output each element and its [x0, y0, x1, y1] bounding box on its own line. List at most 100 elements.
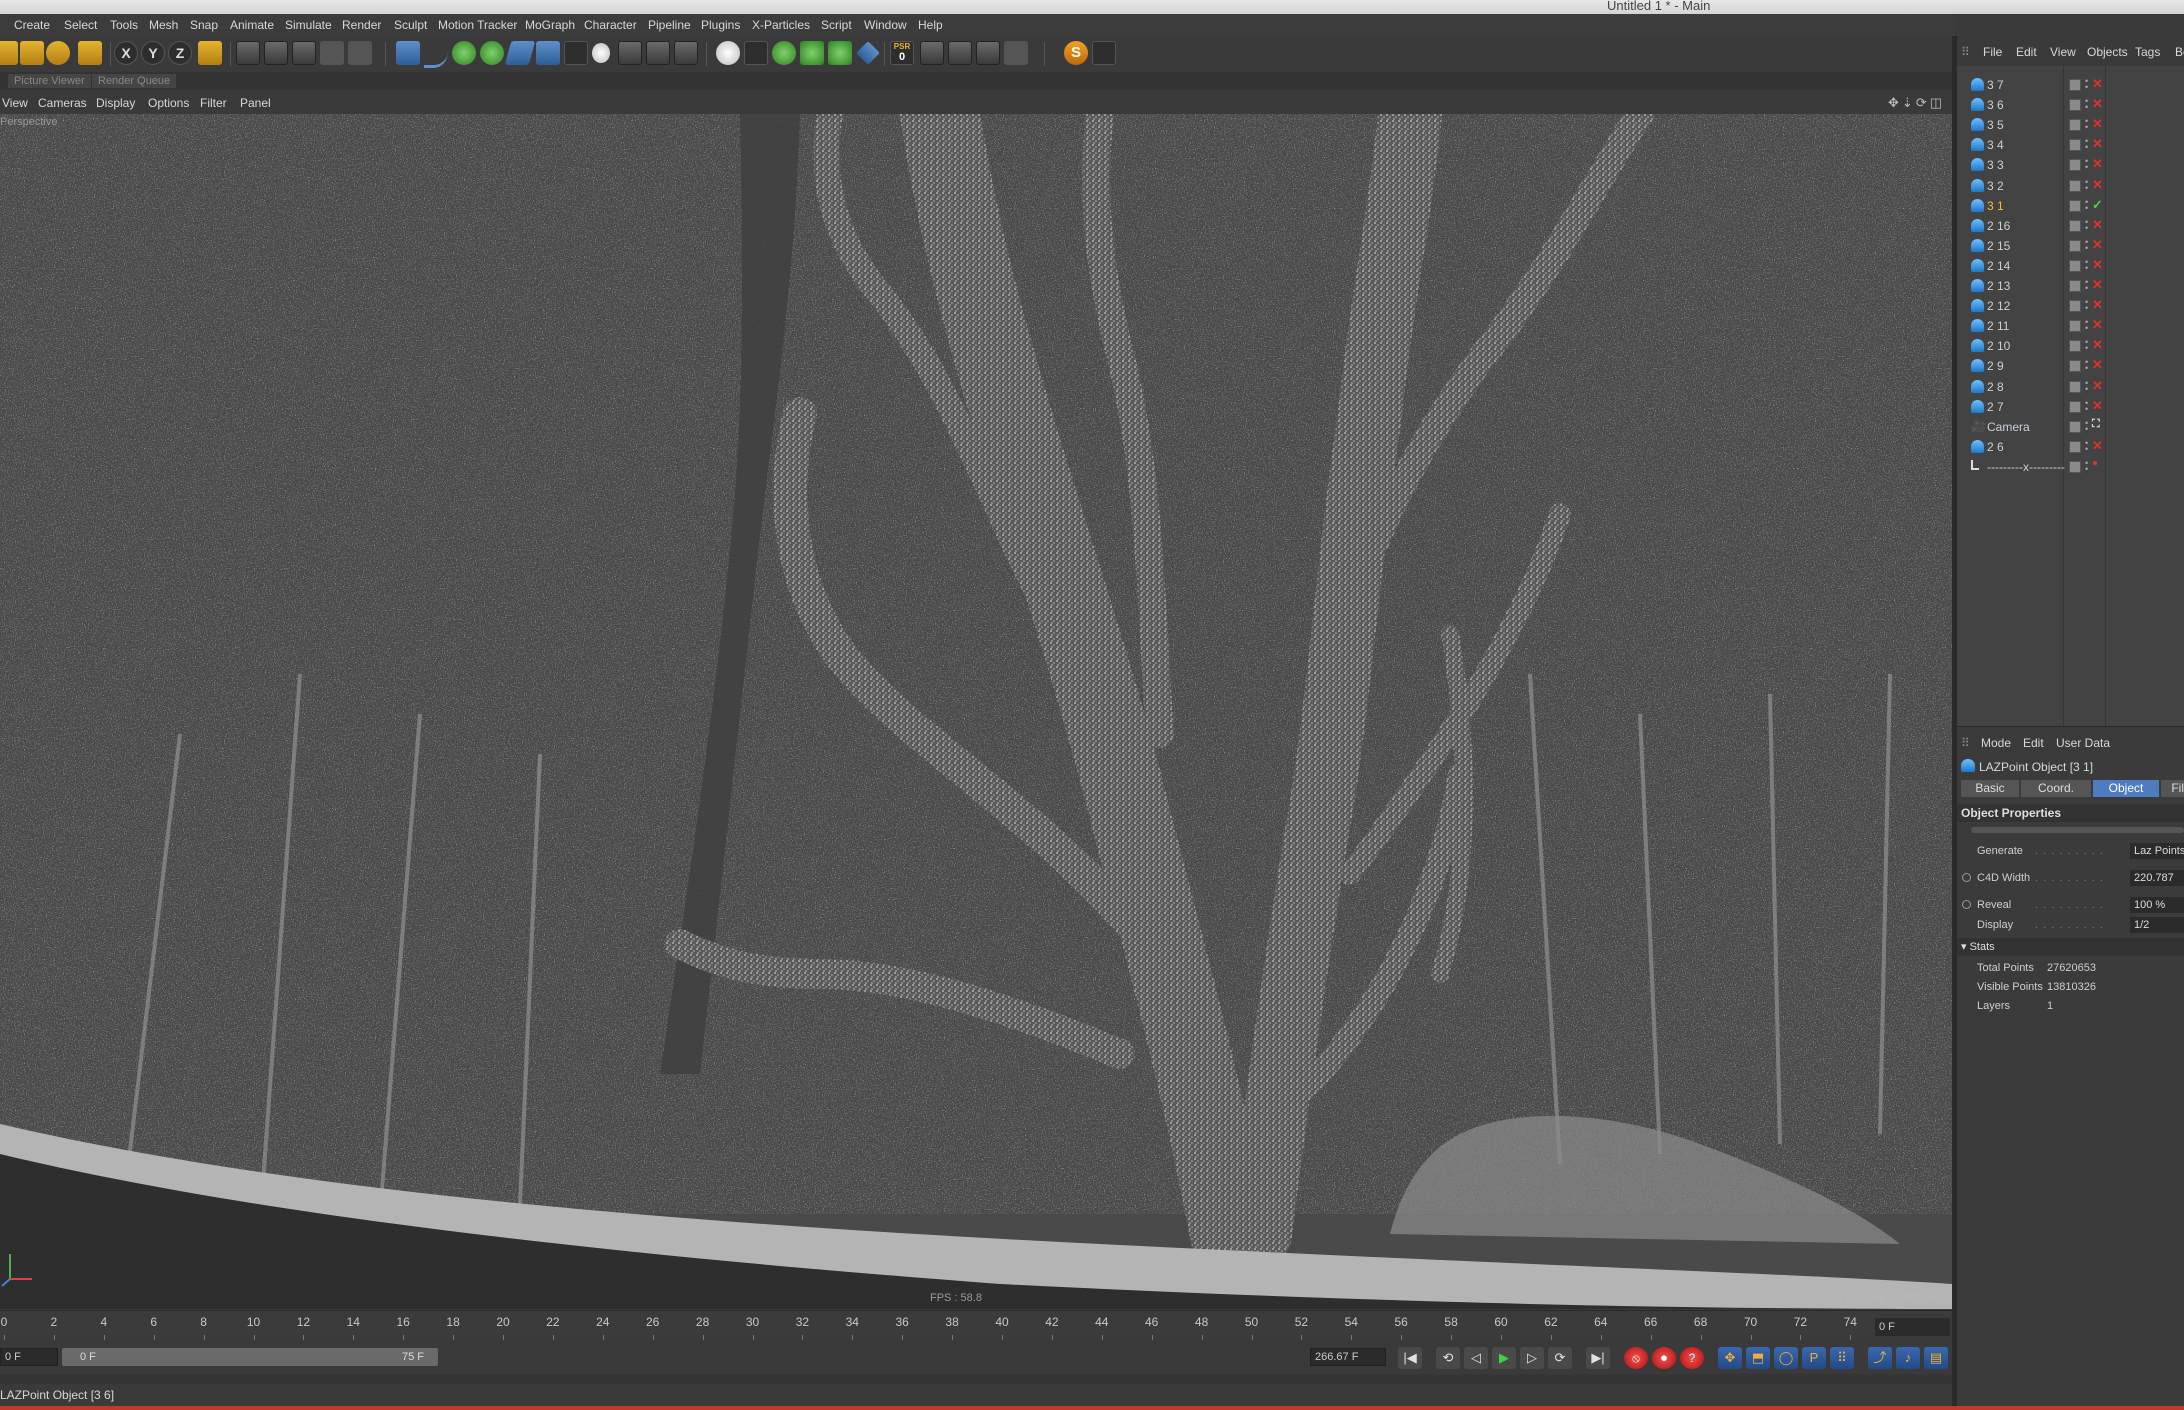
visibility-dots-icon[interactable]: • •: [2085, 77, 2088, 92]
viewport-menu-filter[interactable]: Filter: [200, 96, 227, 110]
subdivision-surface-icon[interactable]: [452, 41, 476, 65]
visibility-dots-icon[interactable]: • •: [2085, 177, 2088, 192]
layer-tag-icon[interactable]: [2069, 79, 2081, 91]
panel-resize-handle[interactable]: [0, 1374, 1955, 1384]
layer-tag-icon[interactable]: [2069, 400, 2081, 413]
disabled-x-icon[interactable]: ✕: [2092, 217, 2103, 233]
layer-tag-icon[interactable]: [2069, 360, 2081, 373]
record-position-icon[interactable]: ✥: [1718, 1347, 1742, 1369]
next-frame-button[interactable]: ▷: [1520, 1347, 1544, 1369]
object-name[interactable]: 3 7: [1987, 78, 2004, 92]
disabled-x-icon[interactable]: ✕: [2092, 156, 2103, 172]
object-name[interactable]: 3 6: [1987, 98, 2004, 112]
visibility-dots-icon[interactable]: • •: [2085, 278, 2088, 293]
enabled-check-icon[interactable]: ✓: [2092, 197, 2103, 213]
viewport-menu-panel[interactable]: Panel: [240, 96, 271, 110]
om-menu-objects[interactable]: Objects: [2087, 45, 2128, 59]
xparticles-layer-icon[interactable]: [744, 41, 768, 65]
keyframe-selection-icon[interactable]: ?: [1680, 1347, 1704, 1369]
record-pla-icon[interactable]: ⠿: [1830, 1347, 1854, 1369]
visibility-dots-icon[interactable]: • •: [2085, 97, 2088, 112]
om-menu-view[interactable]: View: [2050, 45, 2076, 59]
layer-tag-icon[interactable]: [2069, 440, 2081, 453]
menu-sculpt[interactable]: Sculpt: [394, 18, 427, 32]
object-name[interactable]: 2 10: [1987, 339, 2010, 353]
visibility-dots-icon[interactable]: • •: [2085, 438, 2088, 453]
object-name[interactable]: 3 1: [1987, 199, 2004, 213]
xparticles-question-icon[interactable]: [856, 41, 880, 65]
snap-icon[interactable]: [920, 41, 944, 65]
viewport-menu-cameras[interactable]: Cameras: [38, 96, 87, 110]
disabled-x-icon[interactable]: ✕: [2092, 96, 2103, 112]
disabled-x-icon[interactable]: ✕: [2092, 317, 2103, 333]
menu-pipeline[interactable]: Pipeline: [648, 18, 691, 32]
viewport-menu-display[interactable]: Display: [96, 96, 135, 110]
tab-file[interactable]: File: [2161, 780, 2184, 797]
visibility-dots-icon[interactable]: • •: [2085, 358, 2088, 373]
menu-mograph[interactable]: MoGraph: [525, 18, 575, 32]
am-menu-user-data[interactable]: User Data: [2056, 736, 2110, 750]
om-menu-file[interactable]: File: [1983, 45, 2002, 59]
layer-tag-icon[interactable]: [2069, 219, 2081, 232]
visibility-dots-icon[interactable]: • •: [2085, 117, 2088, 132]
menu-tools[interactable]: Tools: [110, 18, 138, 32]
render-region-icon[interactable]: [320, 41, 344, 65]
xparticles-settings-icon[interactable]: [716, 41, 740, 65]
timeline-ruler[interactable]: 0 2 4 6 8 10 12 14 16 18 20 22 24 26 28 30 32 34 36 38 40 42 4…: [0, 1310, 1952, 1341]
record-parameter-icon[interactable]: P: [1802, 1347, 1826, 1369]
record-active-objects-icon[interactable]: ⦸: [1624, 1347, 1648, 1369]
layer-tag-icon[interactable]: [2069, 460, 2081, 473]
layer-tag-icon[interactable]: [2069, 300, 2081, 313]
go-to-start-button[interactable]: |◀: [1398, 1347, 1422, 1369]
disabled-x-icon[interactable]: ✕: [2092, 136, 2103, 152]
disabled-x-icon[interactable]: ✕: [2092, 277, 2103, 293]
menu-mesh[interactable]: Mesh: [149, 18, 178, 32]
properties-scroll-indicator[interactable]: [1971, 827, 2184, 833]
autokeying-icon[interactable]: ⏺: [1652, 1347, 1676, 1369]
visibility-dots-icon[interactable]: • •: [2085, 137, 2088, 152]
xparticles-modifier-icon[interactable]: [828, 41, 852, 65]
cube-primitive-icon[interactable]: [396, 41, 420, 65]
menu-plugins[interactable]: Plugins: [701, 18, 740, 32]
visibility-dots-icon[interactable]: • •: [2085, 318, 2088, 333]
am-menu-mode[interactable]: Mode: [1981, 736, 2011, 750]
interactive-render-icon[interactable]: [348, 41, 372, 65]
menu-render[interactable]: Render: [342, 18, 381, 32]
plugin-s-icon[interactable]: S: [1064, 41, 1088, 65]
reveal-input[interactable]: 100 %: [2130, 897, 2184, 913]
object-row[interactable]: ---------x--------- • • ●: [1957, 457, 2184, 477]
disabled-x-icon[interactable]: ✕: [2092, 438, 2103, 454]
layer-tag-icon[interactable]: [2069, 99, 2081, 112]
locked-workplane-icon[interactable]: [1004, 41, 1028, 65]
object-name[interactable]: ---------x---------: [1987, 460, 2065, 474]
scheme-settings-icon[interactable]: ♪: [1896, 1347, 1920, 1369]
object-name[interactable]: 3 5: [1987, 118, 2004, 132]
visibility-dots-icon[interactable]: • •: [2085, 257, 2088, 272]
disabled-x-icon[interactable]: ✕: [2092, 177, 2103, 193]
deformer-icon[interactable]: [504, 41, 536, 65]
layer-tag-icon[interactable]: [2069, 139, 2081, 152]
disabled-x-icon[interactable]: ✕: [2092, 116, 2103, 132]
render-settings-icon[interactable]: [292, 41, 316, 65]
visibility-dots-icon[interactable]: • •: [2085, 458, 2088, 473]
tab-picture-viewer[interactable]: Picture Viewer: [8, 74, 91, 88]
object-row[interactable]: 2 12 • • ✕: [1957, 296, 2184, 316]
object-row[interactable]: 2 8 • • ✕: [1957, 377, 2184, 397]
y-axis-lock-button[interactable]: Y: [141, 41, 165, 65]
layer-tag-icon[interactable]: [2069, 199, 2081, 212]
coordinate-system-icon[interactable]: [198, 41, 222, 65]
object-row[interactable]: 3 4 • • ✕: [1957, 135, 2184, 155]
object-list[interactable]: 3 7 • • ✕ 3 6 • • ✕ 3 5 • • ✕ 3 4 • • ✕ 3 3 • • ✕ 3 2 • • ✕ 3 1 •…: [1957, 66, 2184, 756]
previous-key-button[interactable]: ⟲: [1436, 1347, 1460, 1369]
scale-tool-icon[interactable]: [20, 41, 44, 65]
object-row[interactable]: 2 11 • • ✕: [1957, 316, 2184, 336]
move-tool-icon[interactable]: [0, 41, 18, 65]
object-name[interactable]: Camera: [1987, 420, 2030, 434]
object-name[interactable]: 2 16: [1987, 219, 2010, 233]
tab-coord[interactable]: Coord.: [2021, 780, 2091, 797]
tab-basic[interactable]: Basic: [1961, 780, 2019, 797]
menu-script[interactable]: Script: [821, 18, 852, 32]
object-row[interactable]: 2 13 • • ✕: [1957, 276, 2184, 296]
go-to-end-button[interactable]: ▶|: [1586, 1347, 1610, 1369]
visibility-dots-icon[interactable]: • •: [2085, 197, 2088, 212]
